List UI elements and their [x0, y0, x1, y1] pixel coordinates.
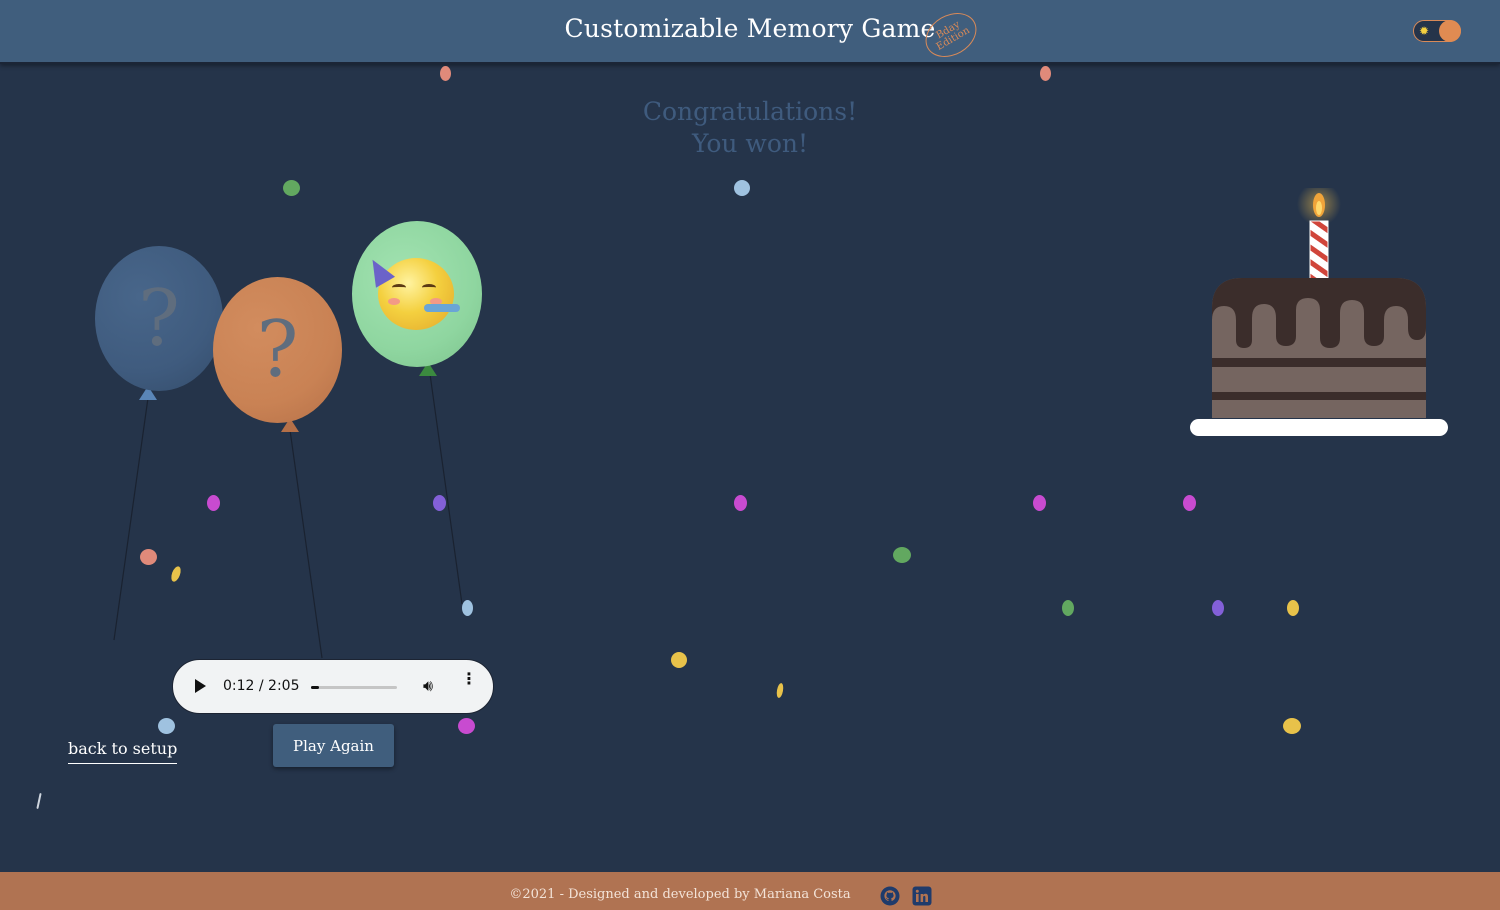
- audio-seek-bar[interactable]: [311, 686, 397, 689]
- audio-time: 0:12 / 2:05: [223, 678, 300, 694]
- volume-icon[interactable]: 🔊︎: [423, 676, 433, 696]
- github-icon[interactable]: [880, 886, 900, 906]
- party-horn: [424, 304, 460, 312]
- emoji-blush: [388, 298, 400, 305]
- more-options-icon[interactable]: ⋮: [461, 671, 477, 687]
- birthday-cake-illustration: [1190, 188, 1448, 436]
- emoji-eye: [422, 284, 436, 291]
- balloon-strings: [113, 362, 463, 659]
- audio-player[interactable]: 0:12 / 2:05 🔊︎ ⋮: [172, 659, 494, 714]
- footer-copyright: ©2021 - Designed and developed by Marian…: [509, 887, 851, 902]
- linkedin-icon[interactable]: [912, 886, 932, 906]
- back-to-setup-link[interactable]: back to setup: [68, 739, 178, 764]
- emoji-eye: [392, 284, 406, 291]
- app-footer: ©2021 - Designed and developed by Marian…: [0, 872, 1500, 910]
- balloon-card-hidden[interactable]: ?: [213, 277, 342, 423]
- audio-progress-fill: [311, 686, 320, 689]
- balloon-question-mark: ?: [256, 305, 299, 395]
- balloon-question-mark: ?: [138, 273, 180, 364]
- balloon-card-hidden[interactable]: ?: [95, 246, 223, 391]
- play-icon[interactable]: [195, 679, 206, 693]
- play-again-button[interactable]: Play Again: [273, 724, 394, 767]
